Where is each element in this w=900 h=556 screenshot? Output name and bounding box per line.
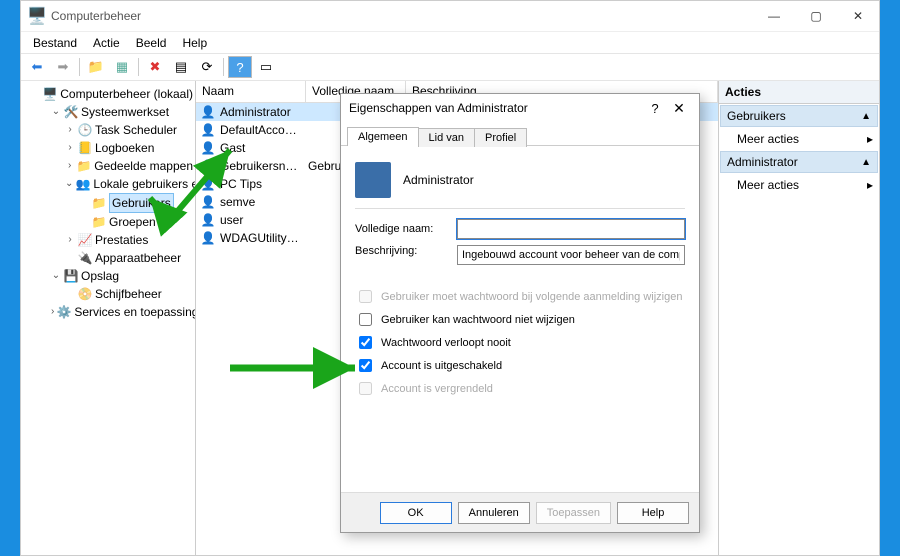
dialog-title: Eigenschappen van Administrator <box>349 101 643 115</box>
user-icon: 👤 <box>200 158 216 174</box>
dialog-close-icon[interactable]: ✕ <box>667 96 691 120</box>
tree-localusers[interactable]: ⌄👥Lokale gebruikers en gro… <box>65 175 193 193</box>
user-icon: 👤 <box>200 212 216 228</box>
properties-dialog: Eigenschappen van Administrator ? ✕ Alge… <box>340 93 700 533</box>
cell-name: Gebruikersn… <box>220 159 308 173</box>
cell-name: PC Tips <box>220 177 308 191</box>
dialog-titlebar: Eigenschappen van Administrator ? ✕ <box>341 94 699 122</box>
tree-users[interactable]: 📁Gebruikers <box>79 193 193 213</box>
tree-storage[interactable]: ⌄💾Opslag <box>51 267 193 285</box>
cell-name: WDAGUtility… <box>220 231 308 245</box>
chevron-right-icon: ▸ <box>867 132 873 146</box>
refresh-button[interactable]: ⟳ <box>195 56 219 78</box>
cell-name: Gast <box>220 141 308 155</box>
cell-name: user <box>220 213 308 227</box>
actions-more-2[interactable]: Meer acties▸ <box>719 174 879 196</box>
user-avatar-icon <box>355 162 391 198</box>
collapse-icon: ▲ <box>861 111 871 122</box>
folder-button[interactable]: 📁 <box>84 56 108 78</box>
user-icon: 👤 <box>200 122 216 138</box>
ok-button[interactable]: OK <box>380 502 452 524</box>
tree-system[interactable]: ⌄🛠️Systeemwerkset <box>51 103 193 121</box>
account-name: Administrator <box>403 173 474 187</box>
col-name[interactable]: Naam <box>196 81 306 102</box>
menu-action[interactable]: Actie <box>85 34 128 52</box>
actions-more-1[interactable]: Meer acties▸ <box>719 128 879 150</box>
dialog-help-icon[interactable]: ? <box>643 101 667 116</box>
dialog-buttons: OK Annuleren Toepassen Help <box>341 492 699 532</box>
tree-logs[interactable]: ›📒Logboeken <box>65 139 193 157</box>
minimize-button[interactable]: — <box>753 1 795 31</box>
tree-groups[interactable]: 📁Groepen <box>79 213 193 231</box>
help-button[interactable]: Help <box>617 502 689 524</box>
menu-help[interactable]: Help <box>174 34 215 52</box>
user-icon: 👤 <box>200 194 216 210</box>
window-title: Computerbeheer <box>51 9 753 23</box>
user-icon: 👤 <box>200 230 216 246</box>
actions-header: Acties <box>719 81 879 104</box>
checkbox-cannot-change[interactable]: Gebruiker kan wachtwoord niet wijzigen <box>355 310 685 329</box>
tree-perf[interactable]: ›📈Prestaties <box>65 231 193 249</box>
tree-scheduler[interactable]: ›🕒Task Scheduler <box>65 121 193 139</box>
checkbox-never-expires[interactable]: Wachtwoord verloopt nooit <box>355 333 685 352</box>
menu-view[interactable]: Beeld <box>128 34 175 52</box>
user-icon: 👤 <box>200 176 216 192</box>
full-name-label: Volledige naam: <box>355 223 445 235</box>
user-icon: 👤 <box>200 140 216 156</box>
close-button[interactable]: ✕ <box>837 1 879 31</box>
apply-button[interactable]: Toepassen <box>536 502 611 524</box>
nav-tree[interactable]: 🖥️Computerbeheer (lokaal) ⌄🛠️Systeemwerk… <box>21 81 196 555</box>
maximize-button[interactable]: ▢ <box>795 1 837 31</box>
layout-button[interactable]: ▭ <box>254 56 278 78</box>
titlebar: 🖥️ Computerbeheer — ▢ ✕ <box>21 1 879 31</box>
tab-general[interactable]: Algemeen <box>347 127 419 146</box>
props-button[interactable]: ▤ <box>169 56 193 78</box>
tab-profile[interactable]: Profiel <box>474 128 527 147</box>
forward-button[interactable]: ➡ <box>51 56 75 78</box>
cell-name: Administrator <box>220 105 308 119</box>
actions-section-admin[interactable]: Administrator▲ <box>720 151 878 173</box>
description-label: Beschrijving: <box>355 245 445 257</box>
user-icon: 👤 <box>200 104 216 120</box>
dialog-tabs: Algemeen Lid van Profiel <box>341 122 699 146</box>
description-input[interactable] <box>457 245 685 265</box>
back-button[interactable]: ⬅ <box>25 56 49 78</box>
tab-memberof[interactable]: Lid van <box>418 128 475 147</box>
checkbox-disabled[interactable]: Account is uitgeschakeld <box>355 356 685 375</box>
full-name-input[interactable] <box>457 219 685 239</box>
tree-disk[interactable]: 📀Schijfbeheer <box>65 285 193 303</box>
menu-file[interactable]: Bestand <box>25 34 85 52</box>
delete-button[interactable]: ✖ <box>143 56 167 78</box>
menubar: Bestand Actie Beeld Help <box>21 31 879 53</box>
list-button[interactable]: ▦ <box>110 56 134 78</box>
help-button[interactable]: ? <box>228 56 252 78</box>
tree-root[interactable]: 🖥️Computerbeheer (lokaal) <box>37 85 193 103</box>
app-icon: 🖥️ <box>29 8 45 24</box>
checkbox-locked: Account is vergrendeld <box>355 379 685 398</box>
cell-name: DefaultAcco… <box>220 123 308 137</box>
cancel-button[interactable]: Annuleren <box>458 502 530 524</box>
toolbar: ⬅ ➡ 📁 ▦ ✖ ▤ ⟳ ? ▭ <box>21 53 879 81</box>
chevron-right-icon: ▸ <box>867 178 873 192</box>
actions-section-users[interactable]: Gebruikers▲ <box>720 105 878 127</box>
collapse-icon: ▲ <box>861 157 871 168</box>
cell-name: semve <box>220 195 308 209</box>
tree-devmgr[interactable]: 🔌Apparaatbeheer <box>65 249 193 267</box>
dialog-content: Administrator Volledige naam: Beschrijvi… <box>341 146 699 412</box>
actions-pane: Acties Gebruikers▲ Meer acties▸ Administ… <box>719 81 879 555</box>
tree-shared[interactable]: ›📁Gedeelde mappen <box>65 157 193 175</box>
checkbox-must-change: Gebruiker moet wachtwoord bij volgende a… <box>355 287 685 306</box>
tree-services[interactable]: ›⚙️Services en toepassingen <box>51 303 193 321</box>
